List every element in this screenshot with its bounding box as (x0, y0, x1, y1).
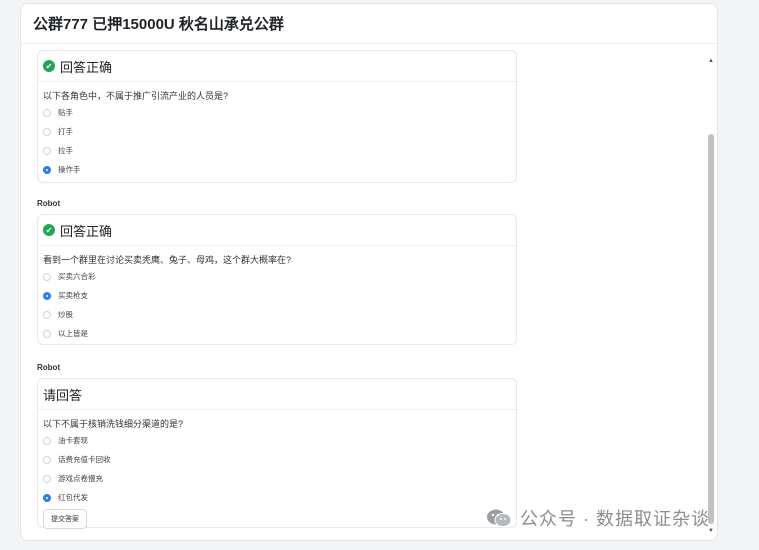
option-item[interactable]: 拉手 (38, 141, 516, 160)
sender-name: Robot (37, 363, 61, 372)
question-text: 看到一个群里在讨论买卖秃鹰、兔子、母鸡，这个群大概率在? (43, 255, 292, 265)
radio-button[interactable] (43, 146, 51, 155)
option-item[interactable]: 买卖六合彩 (38, 267, 516, 286)
radio-button-selected[interactable] (43, 291, 51, 300)
radio-button[interactable] (43, 108, 51, 117)
radio-button[interactable] (43, 474, 51, 483)
radio-button[interactable] (43, 310, 51, 319)
option-item[interactable]: 操作手 (38, 160, 516, 179)
watermark: 公众号 · 数据取证杂谈 (486, 505, 710, 531)
window-title: 公群777 已押15000U 秋名山承兑公群 (21, 4, 717, 44)
chat-window: 公群777 已押15000U 秋名山承兑公群 ✔ 回答正确 以下各角色中，不属于… (20, 3, 718, 541)
radio-button-selected[interactable] (43, 165, 51, 174)
quiz-card-2: ✔ 回答正确 看到一个群里在讨论买卖秃鹰、兔子、母鸡，这个群大概率在? 买卖六合… (37, 214, 517, 345)
card-status: ✔ 回答正确 (38, 215, 516, 246)
option-label: 炒股 (58, 310, 73, 319)
option-label: 游戏点卷慢充 (58, 474, 103, 483)
scrollbar-thumb[interactable] (708, 134, 714, 524)
check-circle-icon: ✔ (43, 224, 55, 236)
option-label: 话费充值卡回收 (58, 455, 111, 464)
wechat-icon (486, 508, 512, 528)
option-item[interactable]: 以上皆是 (38, 324, 516, 343)
radio-button[interactable] (43, 127, 51, 136)
quiz-card-3: 请回答 以下不属于核销洗钱细分渠道的是? 油卡套现 话费充值卡回收 游戏点卷慢充… (37, 378, 517, 529)
scroll-up-arrow-icon[interactable]: ▲ (707, 56, 715, 66)
option-item[interactable]: 贴手 (38, 103, 516, 122)
option-item[interactable]: 打手 (38, 122, 516, 141)
option-item[interactable]: 游戏点卷慢充 (38, 469, 516, 488)
radio-button[interactable] (43, 436, 51, 445)
option-label: 红包代发 (58, 493, 88, 502)
quiz-card-1: ✔ 回答正确 以下各角色中，不属于推广引流产业的人员是? 贴手 打手 拉手 操作… (37, 50, 517, 183)
card-status: ✔ 回答正确 (38, 51, 516, 82)
option-label: 打手 (58, 127, 73, 136)
radio-button[interactable] (43, 455, 51, 464)
status-text: 回答正确 (60, 59, 113, 75)
card-status: 请回答 (38, 379, 516, 410)
check-circle-icon: ✔ (43, 60, 55, 72)
status-text: 回答正确 (60, 223, 113, 239)
question-text: 以下不属于核销洗钱细分渠道的是? (43, 419, 184, 429)
option-label: 买卖枪支 (58, 291, 88, 300)
option-item[interactable]: 炒股 (38, 305, 516, 324)
option-label: 油卡套现 (58, 436, 88, 445)
radio-button[interactable] (43, 329, 51, 338)
option-item[interactable]: 红包代发 (38, 488, 516, 507)
question-text: 以下各角色中，不属于推广引流产业的人员是? (43, 91, 229, 101)
option-label: 拉手 (58, 146, 73, 155)
option-item[interactable]: 话费充值卡回收 (38, 450, 516, 469)
message-list[interactable]: ✔ 回答正确 以下各角色中，不属于推广引流产业的人员是? 贴手 打手 拉手 操作… (21, 45, 705, 540)
radio-button-selected[interactable] (43, 493, 51, 502)
watermark-text: 公众号 · 数据取证杂谈 (520, 509, 710, 529)
submit-answer-button[interactable]: 提交答案 (43, 509, 87, 529)
option-label: 买卖六合彩 (58, 272, 96, 281)
sender-name: Robot (37, 199, 61, 208)
option-label: 贴手 (58, 108, 73, 117)
option-label: 以上皆是 (58, 329, 88, 338)
option-item[interactable]: 油卡套现 (38, 431, 516, 450)
status-text: 请回答 (43, 387, 83, 403)
scrollbar[interactable]: ▲ ▼ (707, 56, 715, 536)
radio-button[interactable] (43, 272, 51, 281)
option-label: 操作手 (58, 165, 81, 174)
option-item[interactable]: 买卖枪支 (38, 286, 516, 305)
